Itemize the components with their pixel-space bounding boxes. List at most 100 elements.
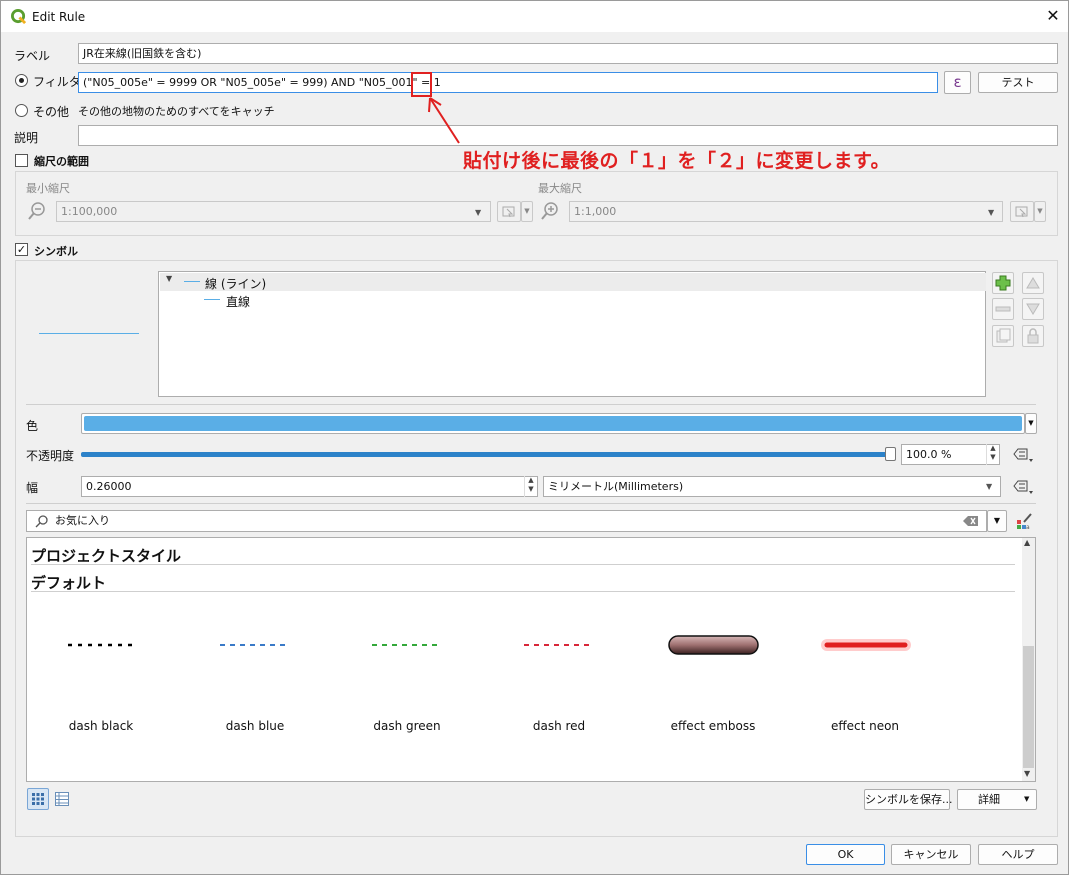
symbol-name: dash blue xyxy=(225,719,285,733)
filter-input[interactable]: ("N05_005e" = 9999 OR "N05_005e" = 999) … xyxy=(78,72,938,93)
clear-icon[interactable] xyxy=(963,515,979,527)
map-cursor-icon xyxy=(502,206,515,218)
symbol-checkbox[interactable]: ✓ xyxy=(15,243,28,256)
opacity-slider[interactable] xyxy=(81,452,893,457)
data-defined-override-icon[interactable] xyxy=(1010,445,1034,463)
qgis-logo-icon xyxy=(11,9,26,24)
color-button[interactable] xyxy=(81,413,1025,434)
zoom-out-icon xyxy=(28,202,45,220)
section-separator xyxy=(31,591,1015,592)
dash-red-preview xyxy=(524,644,594,646)
tree-row-line[interactable]: ▼ 線 (ライン) xyxy=(160,273,986,291)
title-bar: Edit Rule ✕ xyxy=(1,1,1068,32)
description-input[interactable] xyxy=(78,125,1058,146)
min-scale-label: 最小縮尺 xyxy=(26,182,70,195)
description-label: 説明 xyxy=(14,131,39,145)
test-button[interactable]: テスト xyxy=(978,72,1058,93)
symbol-item[interactable]: dash green xyxy=(347,601,467,741)
color-menu-button[interactable]: ▼ xyxy=(1025,413,1037,434)
arrow-up-icon xyxy=(1026,277,1040,289)
symbol-item[interactable]: effect emboss xyxy=(653,601,773,741)
unit-select[interactable]: ミリメートル(Millimeters) xyxy=(543,476,1001,497)
icon-view-button[interactable] xyxy=(27,788,49,810)
max-scale-label: 最大縮尺 xyxy=(538,182,582,195)
min-scale-select[interactable]: 1:100,000 xyxy=(56,201,491,222)
close-icon[interactable]: ✕ xyxy=(1044,7,1062,25)
color-swatch xyxy=(84,416,1022,431)
scale-range-title: 縮尺の範囲 xyxy=(34,155,89,168)
move-down-button[interactable] xyxy=(1022,298,1044,320)
symbol-search-input[interactable]: お気に入り xyxy=(26,510,987,532)
scroll-down-icon[interactable]: ▼ xyxy=(1024,769,1030,778)
data-defined-override-icon[interactable] xyxy=(1010,477,1034,495)
symbol-name: effect neon xyxy=(830,719,900,733)
tree-item-label: 直線 xyxy=(226,295,251,309)
width-label: 幅 xyxy=(26,481,39,495)
grid-view-icon xyxy=(32,793,44,805)
symbol-title: シンボル xyxy=(34,245,78,258)
expression-button[interactable]: ε xyxy=(944,71,971,94)
min-scale-menu-button[interactable]: ▼ xyxy=(521,201,533,222)
width-spin-buttons[interactable]: ▲ ▼ xyxy=(524,476,537,497)
ok-button[interactable]: OK xyxy=(806,844,885,865)
remove-layer-button[interactable] xyxy=(992,298,1014,320)
tree-item-label: 線 (ライン) xyxy=(205,277,267,291)
tree-row-simple-line[interactable]: 直線 xyxy=(160,291,986,309)
dash-green-preview xyxy=(372,644,442,646)
style-manager-icon[interactable]: a xyxy=(1016,512,1034,530)
cancel-button[interactable]: キャンセル xyxy=(891,844,971,865)
window-title: Edit Rule xyxy=(32,10,86,24)
section-separator xyxy=(31,564,1015,565)
max-scale-select[interactable]: 1:1,000 xyxy=(569,201,1003,222)
separator xyxy=(26,503,1036,504)
opacity-slider-handle[interactable] xyxy=(885,447,896,461)
edit-rule-dialog: Edit Rule ✕ ラベル JR在来線(旧国鉄を含む) フィルタ ("N05… xyxy=(0,0,1069,875)
color-label: 色 xyxy=(26,419,39,433)
opacity-label: 不透明度 xyxy=(26,449,75,463)
advanced-label: 詳細 xyxy=(978,793,1000,806)
lock-layer-button[interactable] xyxy=(1022,325,1044,347)
symbol-preview-line xyxy=(39,333,139,334)
scale-range-checkbox[interactable] xyxy=(15,154,28,167)
label-field-label: ラベル xyxy=(14,49,51,63)
symbol-name: dash black xyxy=(68,719,134,733)
symbol-item[interactable]: dash black xyxy=(41,601,161,741)
help-button[interactable]: ヘルプ xyxy=(978,844,1058,865)
else-description: その他の地物のためのすべてをキャッチ xyxy=(78,105,275,118)
tree-expand-icon[interactable]: ▼ xyxy=(166,274,172,283)
min-scale-current-button[interactable] xyxy=(497,201,521,222)
symbol-layer-tree[interactable]: ▼ 線 (ライン) 直線 xyxy=(158,271,986,397)
chevron-down-icon: ▼ xyxy=(1024,795,1030,803)
symbol-item[interactable]: dash red xyxy=(499,601,619,741)
symbol-name: dash red xyxy=(532,719,586,733)
width-spinbox[interactable]: 0.26000 xyxy=(81,476,538,497)
label-input[interactable]: JR在来線(旧国鉄を含む) xyxy=(78,43,1058,64)
scroll-up-icon[interactable]: ▲ xyxy=(1024,538,1030,547)
add-layer-button[interactable] xyxy=(992,272,1014,294)
max-scale-current-button[interactable] xyxy=(1010,201,1034,222)
library-scrollbar[interactable]: ▲ ▼ xyxy=(1022,538,1035,781)
scrollbar-thumb[interactable] xyxy=(1023,646,1034,768)
list-view-icon[interactable] xyxy=(54,791,70,807)
filter-radio[interactable] xyxy=(15,74,28,87)
duplicate-icon xyxy=(996,328,1011,343)
arrow-down-icon xyxy=(1026,303,1040,315)
effect-emboss-preview xyxy=(668,635,759,655)
advanced-menu-button[interactable]: 詳細 ▼ xyxy=(957,789,1037,810)
filter-group-menu-button[interactable]: ▼ xyxy=(987,510,1007,532)
svg-text:a: a xyxy=(1026,524,1030,530)
section-header: プロジェクトスタイル xyxy=(31,547,182,565)
save-symbol-button[interactable]: シンボルを保存... xyxy=(864,789,953,810)
symbol-item[interactable]: effect neon xyxy=(805,601,925,741)
duplicate-layer-button[interactable] xyxy=(992,325,1014,347)
zoom-in-icon xyxy=(541,202,558,220)
else-radio[interactable] xyxy=(15,104,28,117)
chevron-down-icon: ▼ xyxy=(988,208,995,217)
symbol-name: effect emboss xyxy=(670,719,756,733)
opacity-spin-buttons[interactable]: ▲ ▼ xyxy=(986,444,999,465)
symbol-item[interactable]: dash blue xyxy=(195,601,315,741)
plus-icon xyxy=(995,275,1011,291)
max-scale-menu-button[interactable]: ▼ xyxy=(1034,201,1046,222)
move-up-button[interactable] xyxy=(1022,272,1044,294)
lock-icon xyxy=(1027,328,1039,344)
